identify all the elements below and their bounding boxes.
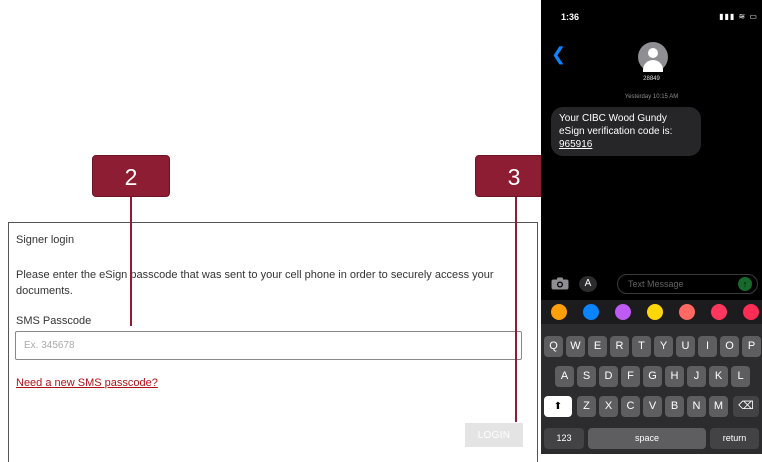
instructions-text: Please enter the eSign passcode that was… bbox=[16, 269, 494, 297]
contact-name[interactable]: 28849 bbox=[541, 76, 762, 82]
numbers-key[interactable]: 123 bbox=[544, 428, 584, 449]
phone-messages-screen: 1:36 ▮▮▮ ≋ ▭ ❮ 28849 Yesterday 10:15 AM … bbox=[541, 0, 762, 454]
key-e[interactable]: E bbox=[588, 336, 607, 357]
space-key[interactable]: space bbox=[588, 428, 706, 449]
callout-2-badge: 2 bbox=[92, 155, 170, 197]
activity-app-icon[interactable] bbox=[647, 304, 663, 320]
key-y[interactable]: Y bbox=[654, 336, 673, 357]
status-time: 1:36 bbox=[561, 12, 580, 22]
keyboard: Q W E R T Y U I O P A S D F G H J K L ⬆ … bbox=[541, 324, 762, 454]
imessage-app-drawer bbox=[541, 300, 762, 324]
signal-wifi-battery-icon: ▮▮▮ ≋ ▭ bbox=[719, 12, 758, 21]
login-button[interactable]: LOGIN bbox=[465, 423, 523, 447]
photos-app-icon[interactable] bbox=[551, 304, 567, 320]
contact-avatar[interactable] bbox=[638, 42, 668, 72]
backspace-key-icon[interactable]: ⌫ bbox=[733, 396, 759, 417]
verification-code[interactable]: 965916 bbox=[559, 139, 592, 150]
new-sms-passcode-link[interactable]: Need a new SMS passcode? bbox=[16, 377, 158, 389]
key-i[interactable]: I bbox=[698, 336, 717, 357]
key-q[interactable]: Q bbox=[544, 336, 563, 357]
sticker-app-icon[interactable] bbox=[679, 304, 695, 320]
key-x[interactable]: X bbox=[599, 396, 618, 417]
message-composer: A ↑ bbox=[541, 272, 762, 296]
sms-passcode-input[interactable] bbox=[15, 331, 522, 360]
key-w[interactable]: W bbox=[566, 336, 585, 357]
heart-app-icon[interactable] bbox=[711, 304, 727, 320]
key-z[interactable]: Z bbox=[577, 396, 596, 417]
key-v[interactable]: V bbox=[643, 396, 662, 417]
signer-login-panel: Signer login Please enter the eSign pass… bbox=[8, 222, 538, 462]
callout-2-line bbox=[130, 196, 132, 326]
key-j[interactable]: J bbox=[687, 366, 706, 387]
camera-icon[interactable] bbox=[551, 277, 569, 290]
key-f[interactable]: F bbox=[621, 366, 640, 387]
key-l[interactable]: L bbox=[731, 366, 750, 387]
callout-3-line bbox=[515, 196, 517, 422]
key-d[interactable]: D bbox=[599, 366, 618, 387]
key-n[interactable]: N bbox=[687, 396, 706, 417]
send-arrow-icon[interactable]: ↑ bbox=[738, 277, 752, 291]
return-key[interactable]: return bbox=[710, 428, 759, 449]
shift-key-icon[interactable]: ⬆ bbox=[544, 396, 572, 417]
chevron-left-icon[interactable]: ❮ bbox=[551, 44, 566, 65]
key-k[interactable]: K bbox=[709, 366, 728, 387]
status-bar: 1:36 ▮▮▮ ≋ ▭ bbox=[541, 0, 762, 26]
sms-passcode-label: SMS Passcode bbox=[16, 315, 92, 327]
music-app-icon[interactable] bbox=[743, 304, 759, 320]
key-t[interactable]: T bbox=[632, 336, 651, 357]
key-a[interactable]: A bbox=[555, 366, 574, 387]
key-h[interactable]: H bbox=[665, 366, 684, 387]
message-timestamp: Yesterday 10:15 AM bbox=[624, 94, 679, 100]
text-message-input[interactable] bbox=[617, 274, 758, 294]
message-bubble: Your CIBC Wood Gundy eSign verification … bbox=[551, 107, 701, 156]
key-p[interactable]: P bbox=[742, 336, 761, 357]
panel-title: Signer login bbox=[16, 234, 75, 246]
memoji-app-icon[interactable] bbox=[615, 304, 631, 320]
message-text: Your CIBC Wood Gundy eSign verification … bbox=[559, 113, 673, 137]
key-s[interactable]: S bbox=[577, 366, 596, 387]
appstore-app-icon[interactable] bbox=[583, 304, 599, 320]
key-o[interactable]: O bbox=[720, 336, 739, 357]
app-store-icon[interactable]: A bbox=[579, 276, 597, 292]
key-m[interactable]: M bbox=[709, 396, 728, 417]
key-b[interactable]: B bbox=[665, 396, 684, 417]
key-r[interactable]: R bbox=[610, 336, 629, 357]
key-u[interactable]: U bbox=[676, 336, 695, 357]
key-c[interactable]: C bbox=[621, 396, 640, 417]
key-g[interactable]: G bbox=[643, 366, 662, 387]
